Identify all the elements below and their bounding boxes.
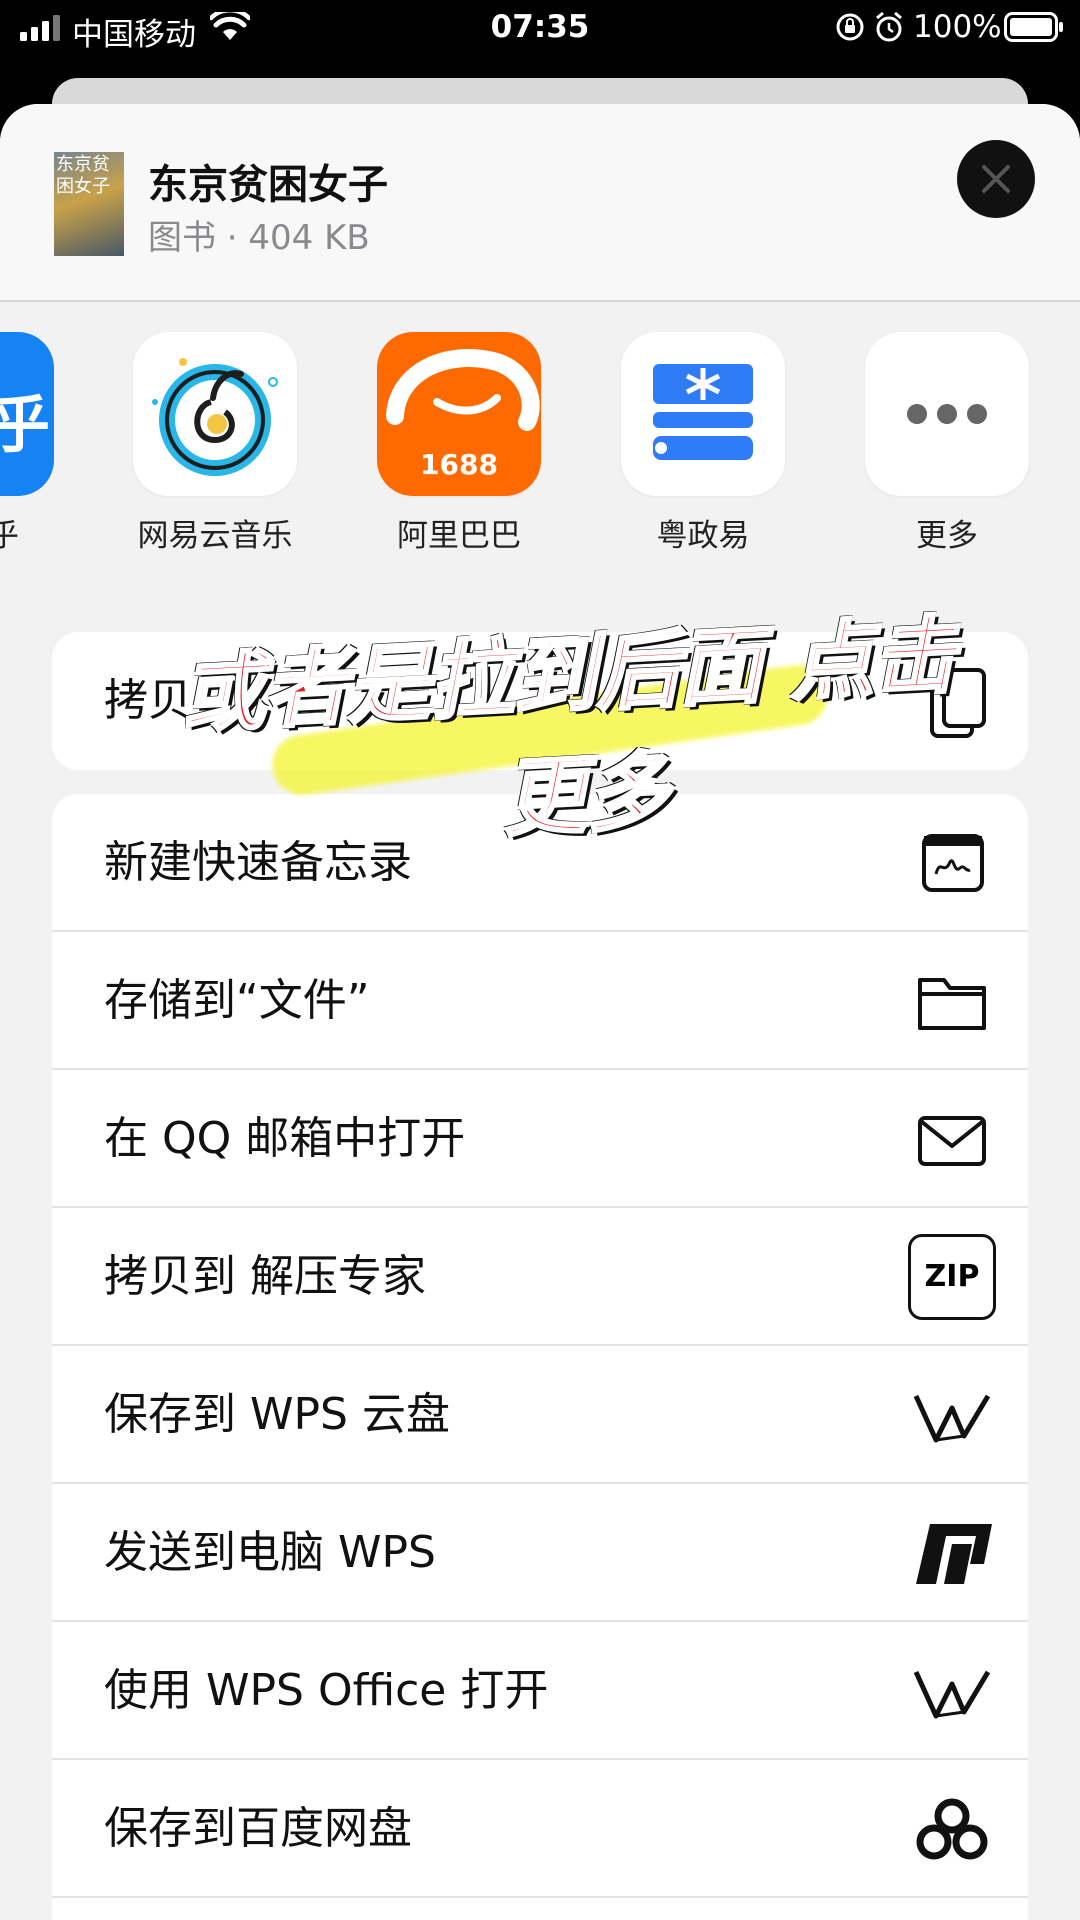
alibaba-1688-icon: 1688	[377, 332, 541, 496]
folder-icon	[918, 978, 986, 1030]
tutorial-caption-line2: 更多	[498, 740, 672, 850]
book-cover-text: 东京贫困女子	[54, 152, 124, 256]
netease-music-icon	[133, 332, 297, 496]
row-divider	[52, 1896, 1028, 1898]
app-item-netease-music[interactable]: 网易云音乐	[120, 332, 310, 554]
baidu-netdisk-icon	[916, 1798, 988, 1860]
app-item-more[interactable]: 更多	[852, 332, 1042, 554]
action-label-send-to-pc-wps: 发送到电脑 WPS	[104, 1527, 436, 1578]
app-label-netease-music: 网易云音乐	[137, 518, 293, 554]
file-actions-group: 新建快速备忘录 存储到“文件” 在 QQ 邮箱中打开 拷贝到 解压专家 ZIP …	[52, 794, 1028, 1920]
action-label-save-baidu-netdisk: 保存到百度网盘	[104, 1803, 412, 1854]
app-share-row: 乎 乎 网易云音乐 1688 阿里巴巴 粤政易 更多	[0, 332, 1080, 554]
yuezhengyi-icon	[621, 332, 785, 496]
app-label-more: 更多	[916, 518, 978, 554]
app-label-partial: 乎	[0, 518, 19, 554]
zhihu-icon: 乎	[0, 332, 54, 496]
alarm-icon	[876, 11, 902, 42]
action-label-open-qq-mail: 在 QQ 邮箱中打开	[104, 1113, 466, 1164]
share-sheet-header: 东京贫困女子 东京贫困女子 图书 · 404 KB	[0, 104, 1080, 302]
wps-pc-icon	[916, 1524, 992, 1584]
book-cover-thumbnail: 东京贫困女子	[54, 152, 124, 256]
book-title: 东京贫困女子	[148, 162, 388, 208]
action-label-save-to-files: 存储到“文件”	[104, 975, 370, 1026]
app-item-alibaba[interactable]: 1688 阿里巴巴	[364, 332, 554, 554]
action-save-wps-cloud[interactable]: 保存到 WPS 云盘	[52, 1346, 1028, 1484]
action-label-open-wps-office: 使用 WPS Office 打开	[104, 1665, 549, 1716]
zip-icon-text: ZIP	[924, 1259, 980, 1294]
close-button[interactable]	[957, 140, 1035, 218]
action-save-to-files[interactable]: 存储到“文件”	[52, 932, 1028, 1070]
zhihu-icon-glyph: 乎	[0, 388, 51, 461]
app-label-alibaba: 阿里巴巴	[397, 518, 521, 554]
quick-note-icon	[922, 834, 984, 892]
action-save-baidu-netdisk[interactable]: 保存到百度网盘	[52, 1760, 1028, 1898]
zip-icon: ZIP	[908, 1234, 996, 1320]
app-label-yuezhengyi: 粤政易	[656, 518, 750, 554]
book-subtitle: 图书 · 404 KB	[148, 218, 370, 258]
battery-icon	[1004, 12, 1063, 42]
wps-cloud-icon	[913, 1394, 991, 1443]
action-open-qq-mail[interactable]: 在 QQ 邮箱中打开	[52, 1070, 1028, 1208]
action-label-save-wps-cloud: 保存到 WPS 云盘	[104, 1389, 450, 1440]
status-bar: 中国移动 07:35 100%	[0, 0, 1080, 56]
action-label-copy-to-unzip: 拷贝到 解压专家	[104, 1251, 426, 1302]
wps-office-icon	[913, 1670, 991, 1719]
rotation-lock-icon	[836, 13, 864, 41]
action-label-quick-note: 新建快速备忘录	[104, 837, 412, 888]
alibaba-badge-text: 1688	[420, 448, 498, 481]
mail-icon	[918, 1116, 986, 1166]
action-copy-to-unzip[interactable]: 拷贝到 解压专家 ZIP	[52, 1208, 1028, 1346]
action-send-to-pc-wps[interactable]: 发送到电脑 WPS	[52, 1484, 1028, 1622]
close-icon	[982, 165, 1010, 193]
action-open-wps-office[interactable]: 使用 WPS Office 打开	[52, 1622, 1028, 1760]
more-icon	[865, 332, 1029, 496]
app-item-yuezhengyi[interactable]: 粤政易	[608, 332, 798, 554]
battery-percentage: 100%	[913, 9, 1002, 45]
